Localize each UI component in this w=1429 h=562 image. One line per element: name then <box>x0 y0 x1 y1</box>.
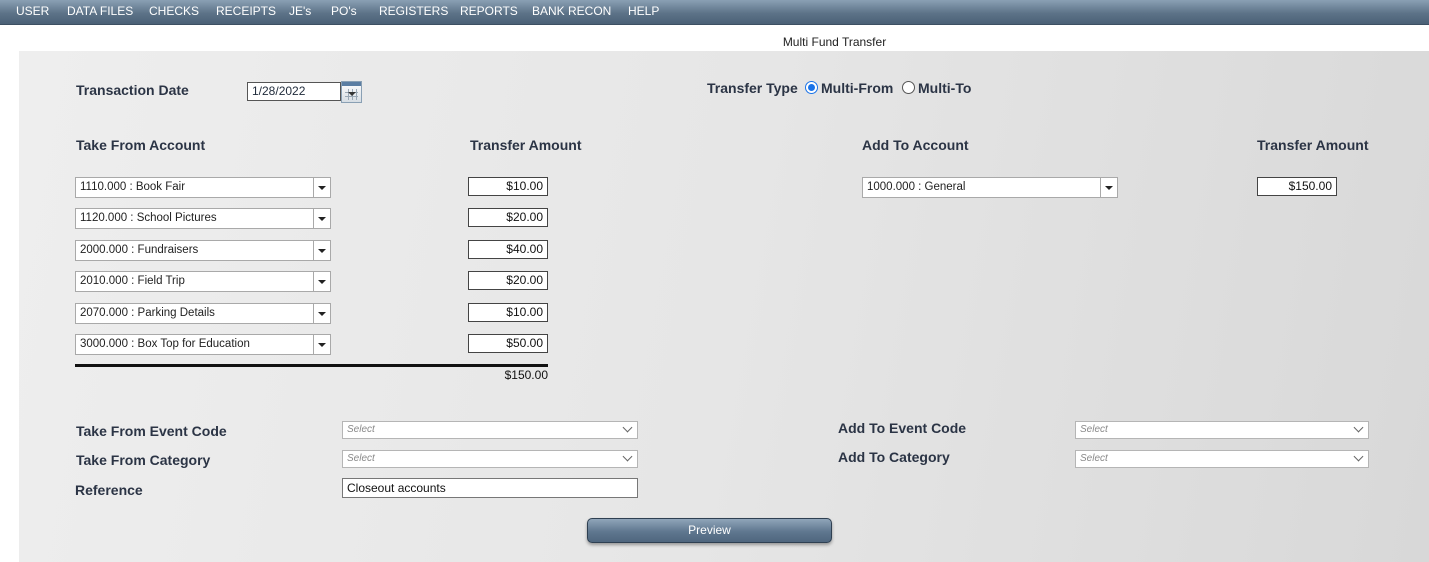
take-from-amount-input-5[interactable]: $10.00 <box>468 303 548 322</box>
menu-item-receipts[interactable]: RECEIPTS <box>216 4 276 18</box>
add-to-event-code-label: Add To Event Code <box>838 420 967 436</box>
take-from-account-select-3[interactable]: 2000.000 : Fundraisers <box>75 240 331 261</box>
chevron-down-icon <box>622 422 633 433</box>
chevron-down-icon <box>1353 451 1364 462</box>
preview-button[interactable]: Preview <box>587 518 832 543</box>
take-from-account-header: Take From Account <box>76 137 206 153</box>
add-to-category-select[interactable]: Select <box>1075 450 1369 468</box>
take-from-amount-input-6[interactable]: $50.00 <box>468 334 548 353</box>
dropdown-arrow-icon[interactable] <box>313 178 330 197</box>
menu-bar: USER DATA FILES CHECKS RECEIPTS JE's PO'… <box>0 0 1429 25</box>
select-placeholder: Select <box>347 453 375 464</box>
select-placeholder: Select <box>1080 453 1108 464</box>
radio-multi-to-label: Multi-To <box>918 80 972 96</box>
account-value: 3000.000 : Box Top for Education <box>80 338 250 350</box>
take-from-amount-input-2[interactable]: $20.00 <box>468 208 548 227</box>
select-placeholder: Select <box>347 424 375 435</box>
select-placeholder: Select <box>1080 424 1108 435</box>
add-to-amount-input[interactable]: $150.00 <box>1257 177 1337 196</box>
transaction-date-label: Transaction Date <box>76 82 189 98</box>
reference-label: Reference <box>75 482 143 498</box>
menu-item-jes[interactable]: JE's <box>289 4 311 18</box>
account-value: 2010.000 : Field Trip <box>80 275 185 287</box>
account-value: 1120.000 : School Pictures <box>80 212 217 224</box>
add-to-category-label: Add To Category <box>838 449 950 465</box>
menu-item-bank-recon[interactable]: BANK RECON <box>532 4 611 18</box>
account-value: 1110.000 : Book Fair <box>80 181 186 193</box>
dropdown-arrow-icon[interactable] <box>313 209 330 228</box>
reference-input[interactable]: Closeout accounts <box>342 478 638 498</box>
dropdown-arrow-icon <box>348 92 356 96</box>
dropdown-arrow-icon[interactable] <box>313 272 330 291</box>
take-from-amount-input-3[interactable]: $40.00 <box>468 240 548 259</box>
add-to-event-code-select[interactable]: Select <box>1075 421 1369 439</box>
add-to-amount-header: Transfer Amount <box>1257 137 1369 153</box>
take-from-amount-header: Transfer Amount <box>470 137 582 153</box>
account-value: 2070.000 : Parking Details <box>80 307 215 319</box>
chevron-down-icon <box>622 451 633 462</box>
take-from-category-label: Take From Category <box>76 452 211 468</box>
take-from-category-select[interactable]: Select <box>342 450 638 468</box>
take-from-amount-input-1[interactable]: $10.00 <box>468 177 548 196</box>
page-title: Multi Fund Transfer <box>782 35 887 49</box>
chevron-down-icon <box>1353 422 1364 433</box>
total-divider <box>75 364 548 367</box>
menu-item-help[interactable]: HELP <box>628 4 659 18</box>
menu-item-reports[interactable]: REPORTS <box>460 4 518 18</box>
transfer-type-label: Transfer Type <box>707 80 798 96</box>
calendar-header-bar <box>342 82 361 86</box>
radio-multi-from-label: Multi-From <box>821 80 894 96</box>
menu-item-user[interactable]: USER <box>16 4 49 18</box>
take-from-account-select-1[interactable]: 1110.000 : Book Fair <box>75 177 331 198</box>
menu-item-registers[interactable]: REGISTERS <box>379 4 448 18</box>
dropdown-arrow-icon[interactable] <box>313 304 330 323</box>
radio-multi-from[interactable] <box>805 81 818 94</box>
account-value: 2000.000 : Fundraisers <box>80 244 199 256</box>
take-from-account-select-4[interactable]: 2010.000 : Field Trip <box>75 271 331 292</box>
radio-multi-to[interactable] <box>902 81 915 94</box>
menu-item-checks[interactable]: CHECKS <box>149 4 199 18</box>
menu-item-pos[interactable]: PO's <box>331 4 357 18</box>
calendar-icon[interactable] <box>341 81 362 103</box>
transaction-date-input[interactable]: 1/28/2022 <box>247 82 341 101</box>
dropdown-arrow-icon[interactable] <box>313 241 330 260</box>
take-from-total: $150.00 <box>504 368 548 382</box>
menu-item-data-files[interactable]: DATA FILES <box>67 4 133 18</box>
add-to-account-header: Add To Account <box>862 137 969 153</box>
account-value: 1000.000 : General <box>867 181 966 193</box>
take-from-account-select-5[interactable]: 2070.000 : Parking Details <box>75 303 331 324</box>
take-from-event-code-select[interactable]: Select <box>342 421 638 439</box>
take-from-event-code-label: Take From Event Code <box>76 423 227 439</box>
dropdown-arrow-icon[interactable] <box>313 335 330 354</box>
take-from-account-select-2[interactable]: 1120.000 : School Pictures <box>75 208 331 229</box>
take-from-account-select-6[interactable]: 3000.000 : Box Top for Education <box>75 334 331 355</box>
dropdown-arrow-icon[interactable] <box>1100 178 1117 197</box>
take-from-amount-input-4[interactable]: $20.00 <box>468 271 548 290</box>
add-to-account-select[interactable]: 1000.000 : General <box>862 177 1118 198</box>
